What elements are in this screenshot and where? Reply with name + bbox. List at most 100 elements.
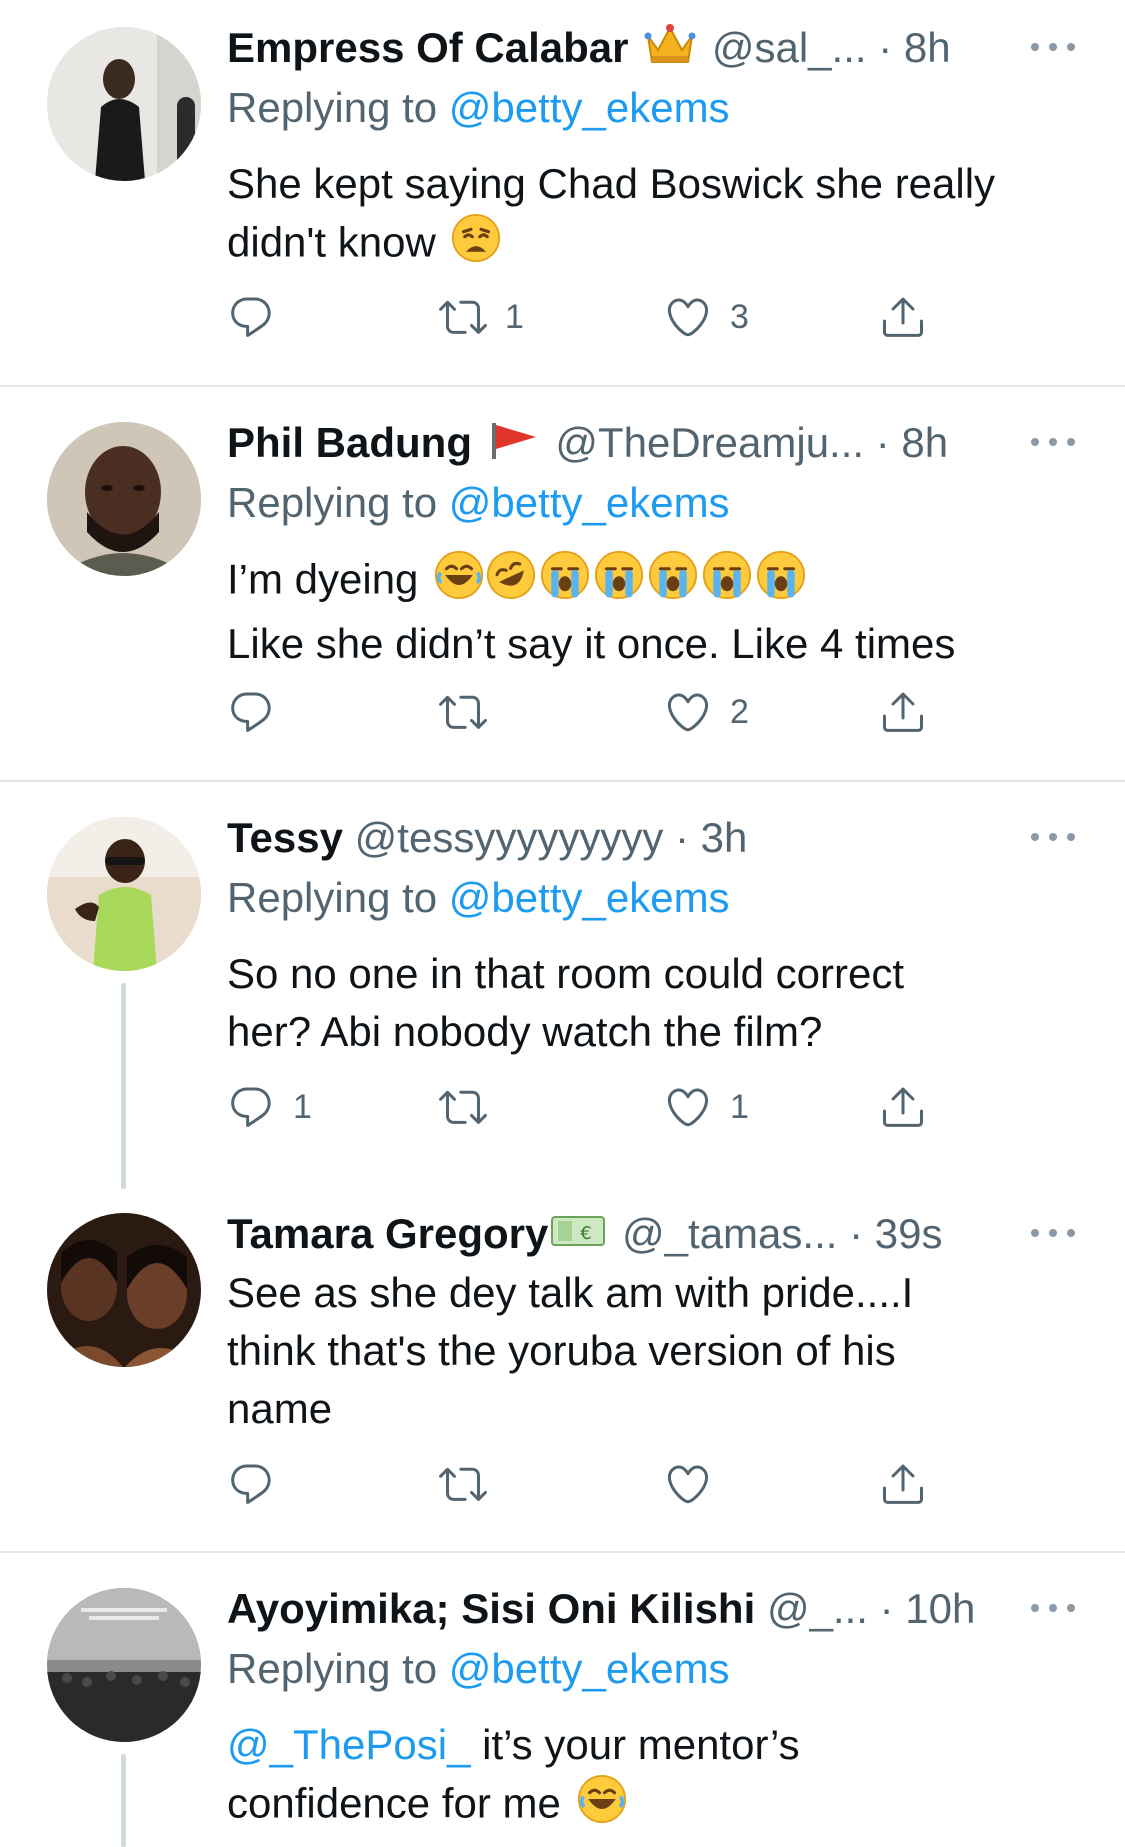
replying-to: Replying to @betty_ekems — [227, 80, 730, 136]
reply-button[interactable]: 1 — [227, 1077, 312, 1137]
reply-button[interactable] — [227, 1454, 293, 1514]
timestamp[interactable]: 3h — [701, 814, 748, 861]
user-handle[interactable]: @sal_... — [712, 24, 867, 71]
tweet-header: Phil Badung @TheDreamju... · 8h — [227, 415, 1105, 471]
tweet-text-line: confidence for me — [227, 1779, 561, 1827]
tweet-text-line: think that's the yoruba version of his — [227, 1327, 896, 1374]
tweet[interactable]: Tamara Gregory € @_tamas... · 39s See as … — [0, 1192, 1125, 1551]
retweet-icon — [439, 1460, 487, 1508]
retweet-button[interactable] — [439, 1077, 505, 1137]
replying-to-handle[interactable]: @betty_ekems — [449, 84, 730, 131]
display-name[interactable]: Ayoyimika; Sisi Oni Kilishi — [227, 1585, 755, 1632]
separator-dot: · — [878, 24, 893, 71]
display-name[interactable]: Empress Of Calabar — [227, 24, 629, 71]
tweet-text: So no one in that room could correct her… — [227, 945, 1087, 1061]
user-handle[interactable]: @_tamas... — [622, 1210, 837, 1257]
separator-dot: · — [875, 419, 890, 466]
replying-to: Replying to @betty_ekems — [227, 870, 730, 926]
loudly-crying-emoji — [756, 550, 806, 615]
tweet-actions: 2 — [227, 682, 1027, 742]
reply-icon — [227, 1083, 275, 1131]
tweet-text-line: She kept saying Chad Boswick she really — [227, 160, 996, 207]
tweet-header: Tessy @tessyyyyyyyyy · 3h — [227, 810, 1105, 866]
loudly-crying-emoji — [540, 550, 590, 615]
display-name[interactable]: Phil Badung — [227, 419, 472, 466]
laughing-face-emoji — [434, 550, 484, 615]
share-button[interactable] — [879, 1077, 927, 1137]
tweet-header: Empress Of Calabar @sal_... · 8h — [227, 20, 1105, 76]
avatar[interactable] — [47, 422, 201, 576]
replying-to-label: Replying to — [227, 1645, 438, 1692]
mention-link[interactable]: @_ThePosi_ — [227, 1721, 470, 1768]
like-button[interactable]: 2 — [664, 682, 749, 742]
retweet-button[interactable] — [439, 1454, 505, 1514]
avatar[interactable] — [47, 1213, 201, 1367]
like-button[interactable]: 3 — [664, 287, 749, 347]
share-button[interactable] — [879, 287, 927, 347]
rofl-emoji — [486, 550, 536, 615]
like-button[interactable] — [664, 1454, 730, 1514]
more-icon[interactable] — [1031, 1223, 1075, 1243]
reply-icon — [227, 293, 275, 341]
timestamp[interactable]: 10h — [905, 1585, 975, 1632]
replying-to-handle[interactable]: @betty_ekems — [449, 874, 730, 921]
like-icon — [664, 1460, 712, 1508]
share-icon — [879, 688, 927, 736]
retweet-count: 1 — [505, 297, 524, 336]
loudly-crying-emoji — [702, 550, 752, 615]
like-count: 3 — [730, 297, 749, 336]
tweet[interactable]: Phil Badung @TheDreamju... · 8h Replying… — [0, 387, 1125, 780]
replying-to-handle[interactable]: @betty_ekems — [449, 479, 730, 526]
retweet-button[interactable] — [439, 682, 505, 742]
timestamp[interactable]: 8h — [904, 24, 951, 71]
more-icon[interactable] — [1031, 37, 1075, 57]
avatar[interactable] — [47, 1588, 201, 1742]
tweet-feed: Empress Of Calabar @sal_... · 8h Replyin… — [0, 0, 1125, 1847]
tweet[interactable]: Tessy @tessyyyyyyyyy · 3h Replying to @b… — [0, 782, 1125, 1192]
share-icon — [879, 1083, 927, 1131]
replying-to-handle[interactable]: @betty_ekems — [449, 1645, 730, 1692]
more-icon[interactable] — [1031, 1598, 1075, 1618]
retweet-icon — [439, 688, 487, 736]
more-icon[interactable] — [1031, 827, 1075, 847]
display-name[interactable]: Tessy — [227, 814, 343, 861]
like-count: 2 — [730, 692, 749, 731]
weary-face-emoji — [451, 213, 501, 278]
tweet-actions: 1 1 — [227, 1077, 1027, 1137]
timestamp[interactable]: 39s — [875, 1210, 943, 1257]
user-handle[interactable]: @_... — [767, 1585, 868, 1632]
retweet-icon — [439, 1083, 487, 1131]
user-handle[interactable]: @TheDreamju... — [555, 419, 864, 466]
share-icon — [879, 1460, 927, 1508]
avatar[interactable] — [47, 817, 201, 971]
timestamp[interactable]: 8h — [901, 419, 948, 466]
retweet-button[interactable]: 1 — [439, 287, 524, 347]
replying-to: Replying to @betty_ekems — [227, 475, 730, 531]
share-button[interactable] — [879, 682, 927, 742]
like-icon — [664, 293, 712, 341]
reply-button[interactable] — [227, 682, 293, 742]
replying-to-label: Replying to — [227, 874, 438, 921]
thread-line — [121, 983, 126, 1189]
svg-text:€: € — [581, 1223, 592, 1244]
tweet[interactable]: Ayoyimika; Sisi Oni Kilishi @_... · 10h … — [0, 1553, 1125, 1847]
like-button[interactable]: 1 — [664, 1077, 749, 1137]
tweet-header: Tamara Gregory € @_tamas... · 39s — [227, 1206, 1105, 1262]
reply-button[interactable] — [227, 287, 293, 347]
display-name[interactable]: Tamara Gregory — [227, 1210, 548, 1257]
user-handle[interactable]: @tessyyyyyyyyy — [355, 814, 664, 861]
laughing-face-emoji — [577, 1774, 627, 1839]
crown-icon — [644, 22, 696, 80]
tweet[interactable]: Empress Of Calabar @sal_... · 8h Replyin… — [0, 0, 1125, 386]
tweet-text-line: it’s your mentor’s — [470, 1721, 800, 1768]
tweet-text-line: So no one in that room could correct — [227, 950, 905, 997]
more-icon[interactable] — [1031, 432, 1075, 452]
replying-to-label: Replying to — [227, 84, 438, 131]
reply-icon — [227, 1460, 275, 1508]
avatar[interactable] — [47, 27, 201, 181]
separator-dot: · — [879, 1585, 894, 1632]
loudly-crying-emoji — [594, 550, 644, 615]
tweet-actions: 1 3 — [227, 287, 1027, 347]
share-button[interactable] — [879, 1454, 927, 1514]
tweet-text: She kept saying Chad Boswick she really … — [227, 155, 1087, 278]
